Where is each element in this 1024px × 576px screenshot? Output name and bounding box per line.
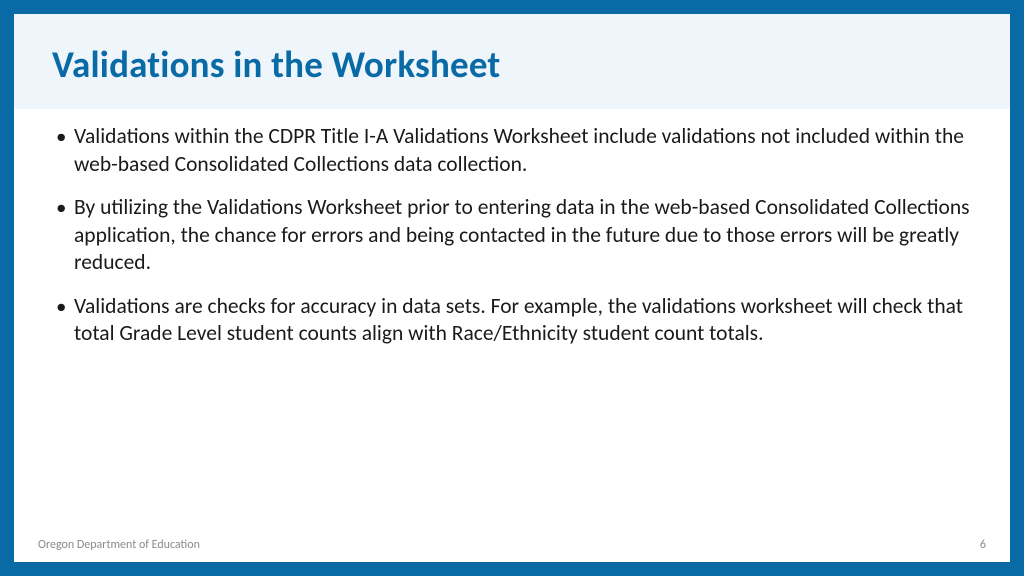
bullet-list: Validations within the CDPR Title I-A Va…	[52, 123, 972, 348]
bullet-item: Validations within the CDPR Title I-A Va…	[52, 123, 972, 178]
title-band: Validations in the Worksheet	[14, 14, 1010, 109]
footer-org: Oregon Department of Education	[38, 538, 200, 552]
slide-content: Validations in the Worksheet Validations…	[14, 14, 1010, 562]
body-area: Validations within the CDPR Title I-A Va…	[14, 109, 1010, 562]
slide-footer: Oregon Department of Education 6	[14, 538, 1010, 552]
slide-frame: Validations in the Worksheet Validations…	[0, 0, 1024, 576]
page-number: 6	[980, 538, 986, 552]
bullet-item: Validations are checks for accuracy in d…	[52, 293, 972, 348]
slide-title: Validations in the Worksheet	[52, 42, 972, 87]
bullet-item: By utilizing the Validations Worksheet p…	[52, 194, 972, 277]
